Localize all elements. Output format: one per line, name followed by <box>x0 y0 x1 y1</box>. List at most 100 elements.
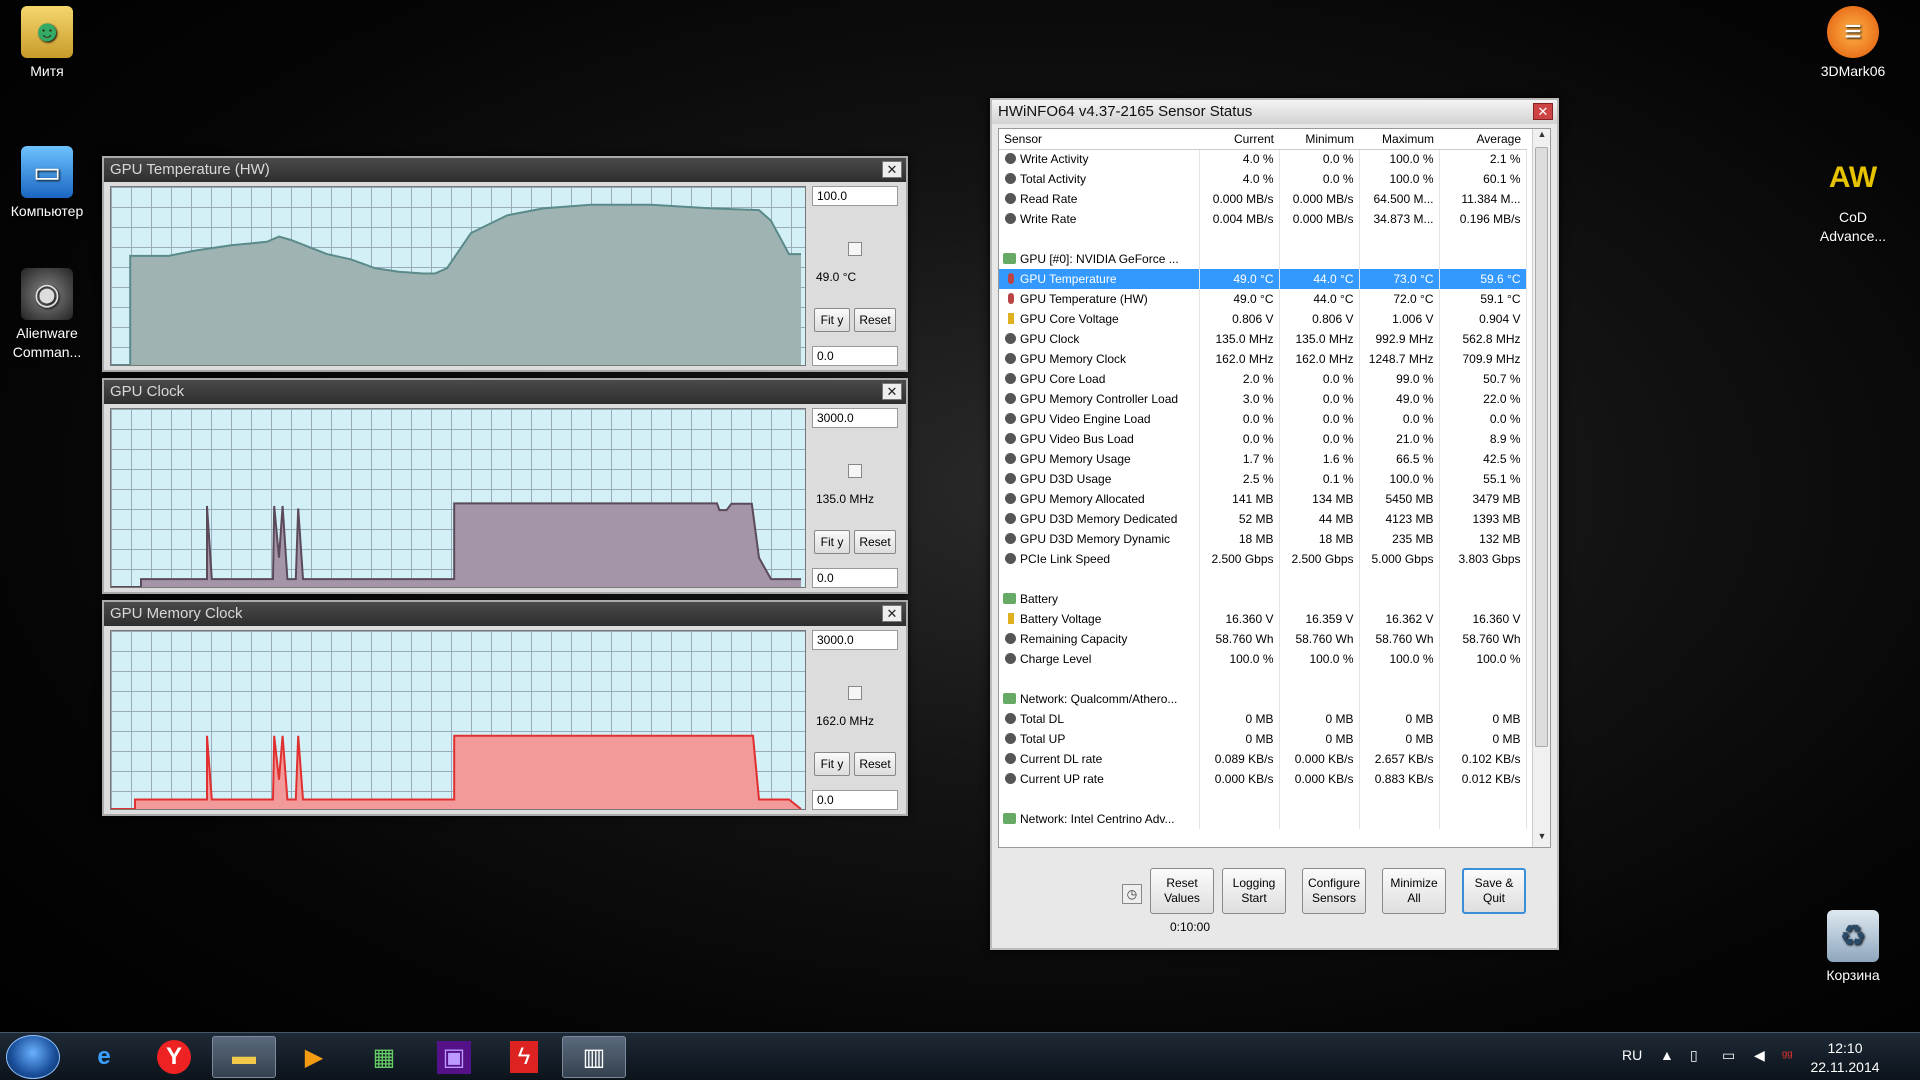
sensor-row[interactable]: GPU Video Engine Load 0.0 % 0.0 % 0.0 % 0.0 … <box>999 409 1527 429</box>
cell-text: 0.0 % <box>1322 432 1354 446</box>
save-quit-button[interactable]: Save & Quit <box>1462 868 1526 914</box>
volume-icon[interactable]: ◀ <box>1754 1047 1765 1064</box>
start-button[interactable] <box>6 1035 60 1079</box>
column-header[interactable]: Minimum <box>1279 129 1359 150</box>
sensor-row[interactable]: Read Rate 0.000 MB/s 0.000 MB/s 64.500 M...… <box>999 189 1527 209</box>
sensor-row[interactable]: Current DL rate 0.089 KB/s 0.000 KB/s 2.657… <box>999 749 1527 769</box>
scrollbar-thumb[interactable] <box>1535 147 1548 747</box>
sensor-row[interactable]: GPU D3D Memory Dynamic 18 MB 18 MB 235 MB 13… <box>999 529 1527 549</box>
sensor-row[interactable]: Remaining Capacity 58.760 Wh 58.760 Wh 58.7… <box>999 629 1527 649</box>
min-value-field[interactable]: 0.0 <box>812 346 898 366</box>
window-title[interactable]: HWiNFO64 v4.37-2165 Sensor Status ✕ <box>992 100 1557 124</box>
fit-y-button[interactable]: Fit y <box>814 530 850 554</box>
sensor-row[interactable]: GPU Temperature (HW) 49.0 °C 44.0 °C 72.0 °… <box>999 289 1527 309</box>
sensor-value-cell <box>1439 809 1527 829</box>
sensor-row[interactable]: GPU Core Voltage 0.806 V 0.806 V 1.006 V 0.9… <box>999 309 1527 329</box>
desktop-icon-user-folder[interactable]: ☻ Митя <box>0 6 94 81</box>
sensor-row[interactable]: GPU Memory Controller Load 3.0 % 0.0 % 49.0… <box>999 389 1527 409</box>
sensor-row[interactable]: GPU Memory Clock 162.0 MHz 162.0 MHz 1248.7… <box>999 349 1527 369</box>
minimize-all-button[interactable]: Minimize All <box>1382 868 1446 914</box>
taskbar-image-viewer[interactable]: ▦ <box>352 1036 416 1078</box>
desktop-icon-3dmark[interactable]: ≡ 3DMark06 <box>1806 6 1900 81</box>
desktop-icon-recycle-bin[interactable]: ♻ Корзина <box>1806 910 1900 985</box>
taskbar-file-explorer[interactable]: ▬ <box>212 1036 276 1078</box>
graph-window-gpu-memory-clock[interactable]: GPU Memory Clock ✕ 3000.0 162.0 MHz Fit … <box>102 600 908 816</box>
reset-values-button[interactable]: Reset Values <box>1150 868 1214 914</box>
taskbar-hwinfo[interactable]: ▥ <box>562 1036 626 1078</box>
column-header[interactable]: Maximum <box>1359 129 1439 150</box>
desktop-icon-cod[interactable]: AW CoD Advance... <box>1806 152 1900 246</box>
sensor-row[interactable]: Total Activity 4.0 % 0.0 % 100.0 % 60.1 % <box>999 169 1527 189</box>
network-icon[interactable]: ▭ <box>1722 1047 1735 1064</box>
sensor-row[interactable]: Total UP 0 MB 0 MB 0 MB 0 MB <box>999 729 1527 749</box>
taskbar-yandex-browser[interactable]: Y <box>142 1036 206 1078</box>
sensor-row[interactable]: Write Rate 0.004 MB/s 0.000 MB/s 34.873 M..… <box>999 209 1527 229</box>
close-button[interactable]: ✕ <box>882 161 902 178</box>
checkbox[interactable] <box>848 464 862 478</box>
sensor-row[interactable]: Current UP rate 0.000 KB/s 0.000 KB/s 0.883… <box>999 769 1527 789</box>
logging-start-button[interactable]: Logging Start <box>1222 868 1286 914</box>
close-button[interactable]: ✕ <box>1533 103 1553 120</box>
sensor-group-row[interactable]: Network: Intel Centrino Adv... <box>999 809 1527 829</box>
close-button[interactable]: ✕ <box>882 383 902 400</box>
column-header[interactable]: Sensor <box>999 129 1199 150</box>
sensor-row[interactable]: Battery Voltage 16.360 V 16.359 V 16.362 V 1… <box>999 609 1527 629</box>
sensor-row[interactable]: GPU D3D Memory Dedicated 52 MB 44 MB 4123 M… <box>999 509 1527 529</box>
taskbar-media-player[interactable]: ▶ <box>282 1036 346 1078</box>
sensor-row[interactable]: PCIe Link Speed 2.500 Gbps 2.500 Gbps 5.000… <box>999 549 1527 569</box>
checkbox[interactable] <box>848 242 862 256</box>
window-title[interactable]: GPU Memory Clock ✕ <box>104 602 906 626</box>
sensor-group-row[interactable]: GPU [#0]: NVIDIA GeForce ... <box>999 249 1527 269</box>
fit-y-button[interactable]: Fit y <box>814 752 850 776</box>
checkbox[interactable] <box>848 686 862 700</box>
graph-window-gpu-temperature[interactable]: GPU Temperature (HW) ✕ 100.0 49.0 °C Fit… <box>102 156 908 372</box>
min-value-field[interactable]: 0.0 <box>812 790 898 810</box>
sensor-row[interactable]: GPU Core Load 2.0 % 0.0 % 99.0 % 50.7 % <box>999 369 1527 389</box>
clock-icon[interactable]: ◷ <box>1122 884 1142 904</box>
sensor-row[interactable]: GPU D3D Usage 2.5 % 0.1 % 100.0 % 55.1 % <box>999 469 1527 489</box>
language-indicator[interactable]: RU <box>1622 1047 1642 1063</box>
configure-sensors-button[interactable]: Configure Sensors <box>1302 868 1366 914</box>
desktop-icon-alienware[interactable]: ◉ Alienware Comman... <box>0 268 94 362</box>
scroll-up-arrow-icon[interactable]: ▲ <box>1533 129 1550 145</box>
sensor-value-cell: 0.000 KB/s <box>1279 769 1360 789</box>
sensor-row[interactable]: GPU Memory Allocated 141 MB 134 MB 5450 MB 3… <box>999 489 1527 509</box>
taskbar-flash-tool[interactable]: ϟ <box>492 1036 556 1078</box>
column-header[interactable]: Average <box>1439 129 1526 150</box>
button-bar: ◷ Reset Values Logging Start Configure S… <box>998 854 1551 944</box>
sensor-group-row[interactable]: Battery <box>999 589 1527 609</box>
sensor-table-container[interactable]: Sensor Current Minimum Maximum Average Write… <box>998 128 1551 848</box>
sensor-row[interactable]: GPU Temperature 49.0 °C 44.0 °C 73.0 °C 59.6… <box>999 269 1527 289</box>
reset-button[interactable]: Reset <box>854 752 896 776</box>
desktop-icon-computer[interactable]: ▭ Компьютер <box>0 146 94 221</box>
taskbar-cpu-tool[interactable]: ▣ <box>422 1036 486 1078</box>
sensor-row[interactable]: GPU Clock 135.0 MHz 135.0 MHz 992.9 MHz 562.… <box>999 329 1527 349</box>
show-hidden-icons-icon[interactable]: ▲ <box>1660 1047 1674 1063</box>
reset-button[interactable]: Reset <box>854 308 896 332</box>
tray-app-icon[interactable]: ᵍᵍ <box>1782 1047 1793 1063</box>
reset-button[interactable]: Reset <box>854 530 896 554</box>
scroll-down-arrow-icon[interactable]: ▼ <box>1533 831 1550 847</box>
max-value-field[interactable]: 3000.0 <box>812 408 898 428</box>
hwinfo-sensor-window[interactable]: HWiNFO64 v4.37-2165 Sensor Status ✕ Sens… <box>990 98 1559 950</box>
sensor-row[interactable]: Write Activity 4.0 % 0.0 % 100.0 % 2.1 % <box>999 149 1527 169</box>
vertical-scrollbar[interactable]: ▲ ▼ <box>1532 129 1550 847</box>
device-icon[interactable]: ▯ <box>1690 1047 1698 1064</box>
close-button[interactable]: ✕ <box>882 605 902 622</box>
sensor-row[interactable]: Charge Level 100.0 % 100.0 % 100.0 % 100.0 % <box>999 649 1527 669</box>
column-header[interactable]: Current <box>1199 129 1279 150</box>
min-value-field[interactable]: 0.0 <box>812 568 898 588</box>
sensor-row[interactable]: GPU Memory Usage 1.7 % 1.6 % 66.5 % 42.5 % <box>999 449 1527 469</box>
sensor-name-cell: PCIe Link Speed <box>999 549 1200 569</box>
sensor-group-row[interactable]: Network: Qualcomm/Athero... <box>999 689 1527 709</box>
window-title[interactable]: GPU Temperature (HW) ✕ <box>104 158 906 182</box>
taskbar-internet-explorer[interactable]: e <box>72 1036 136 1078</box>
max-value-field[interactable]: 3000.0 <box>812 630 898 650</box>
graph-window-gpu-clock[interactable]: GPU Clock ✕ 3000.0 135.0 MHz Fit y Reset… <box>102 378 908 594</box>
sensor-row[interactable]: GPU Video Bus Load 0.0 % 0.0 % 21.0 % 8.9 % <box>999 429 1527 449</box>
sensor-row[interactable]: Total DL 0 MB 0 MB 0 MB 0 MB <box>999 709 1527 729</box>
max-value-field[interactable]: 100.0 <box>812 186 898 206</box>
window-title[interactable]: GPU Clock ✕ <box>104 380 906 404</box>
clock[interactable]: 12:10 22.11.2014 <box>1800 1039 1890 1077</box>
fit-y-button[interactable]: Fit y <box>814 308 850 332</box>
